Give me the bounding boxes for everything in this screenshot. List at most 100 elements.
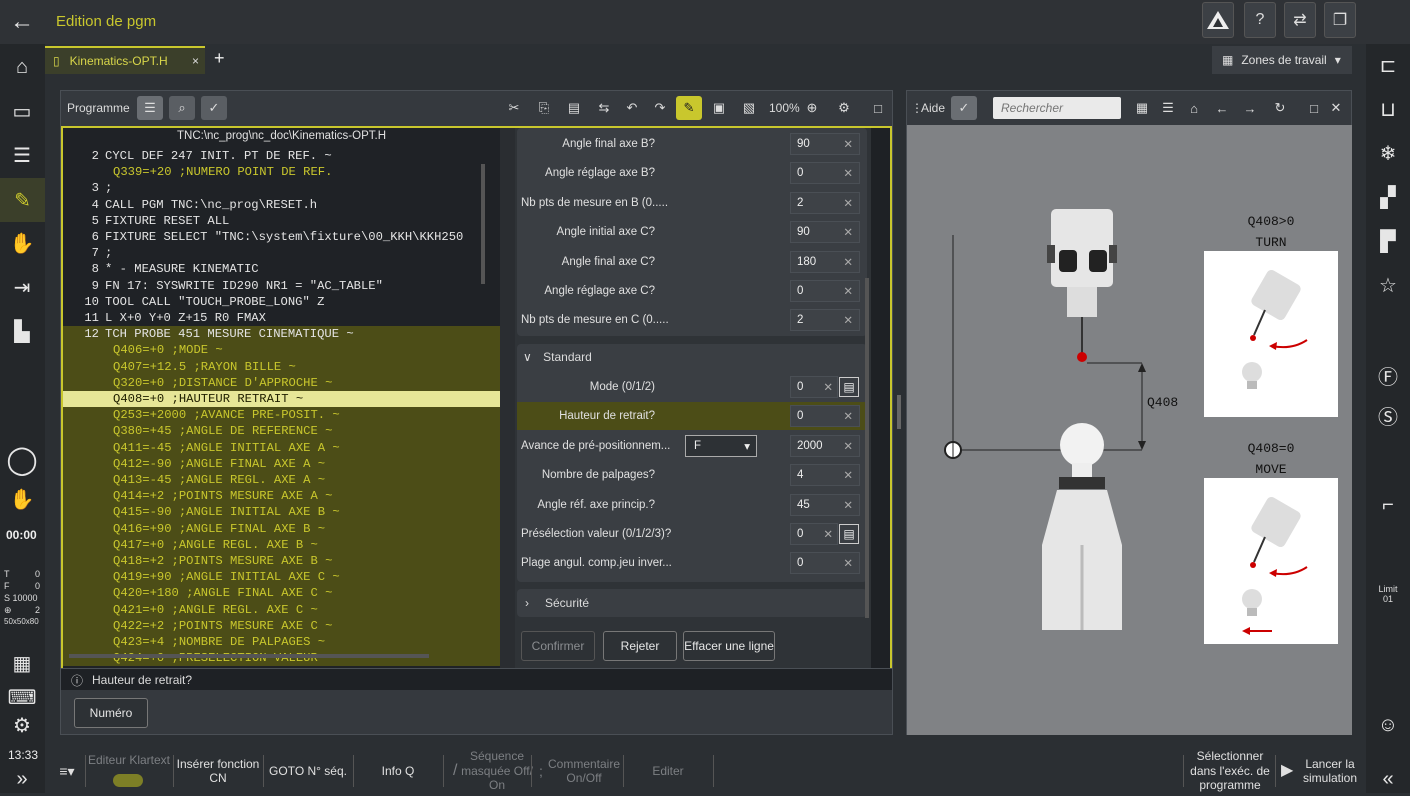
code-line[interactable]: Q421=+0 ;ANGLE REGL. AXE C ~ <box>63 601 500 618</box>
tab-kinematics[interactable]: ▯ Kinematics-OPT.H × <box>45 46 205 74</box>
compare-icon[interactable]: ⇆ <box>591 96 617 120</box>
h-scrollbar[interactable] <box>69 654 429 658</box>
save-as-icon[interactable]: ▧ <box>736 96 762 120</box>
cut-icon[interactable]: ✂ <box>501 96 527 120</box>
machine-icon[interactable]: ▙ <box>5 314 39 348</box>
spindle-override-icon[interactable]: Ⓢ <box>1371 398 1405 432</box>
value-input[interactable]: 180 ✕ <box>790 250 860 273</box>
code-line[interactable]: Q423=+4 ;NOMBRE DE PALPAGES ~ <box>63 634 500 651</box>
forward-icon[interactable]: → <box>1237 96 1263 120</box>
value-input[interactable]: 2000 ✕ <box>790 434 860 457</box>
code-line[interactable]: 9 FN 17: SYSWRITE ID290 NR1 = "AC_TABLE" <box>63 278 500 294</box>
table-select-icon[interactable]: ▤ <box>839 377 859 397</box>
value-input[interactable]: 4 ✕ <box>790 464 860 487</box>
value-input[interactable]: 2 ✕ <box>790 309 860 332</box>
select-in-execution-button[interactable]: Sélectionner dans l'exéc. de programme <box>1185 749 1275 793</box>
table-icon[interactable]: ☰ <box>5 138 39 172</box>
code-line[interactable]: 8 * - MEASURE KINEMATIC <box>63 261 500 277</box>
close-icon[interactable]: ✕ <box>1323 96 1349 120</box>
close-tab-icon[interactable]: × <box>192 54 199 68</box>
code-line[interactable]: Q424=+0 ;PRESELECTION VALEUR ~ <box>63 650 500 667</box>
home-icon[interactable]: ⌂ <box>5 50 39 84</box>
edit-program-icon[interactable]: ✎ <box>0 178 45 222</box>
code-line[interactable]: Q380=+45 ;ANGLE DE REFERENCE ~ <box>63 423 500 440</box>
scrollbar[interactable] <box>481 164 485 284</box>
transfer-icon[interactable]: ⇄ <box>1284 2 1316 38</box>
gear-icon[interactable]: ⚙ <box>5 708 39 742</box>
value-input[interactable]: 0 ✕ <box>790 523 838 545</box>
value-input[interactable]: 2 ✕ <box>790 191 860 214</box>
code-line[interactable]: Q407=+12.5 ;RAYON BILLE ~ <box>63 358 500 375</box>
code-line[interactable]: Q320=+0 ;DISTANCE D'APPROCHE ~ <box>63 374 500 391</box>
table-select-icon[interactable]: ▤ <box>839 524 859 544</box>
form-scrollbar[interactable] <box>865 278 869 618</box>
back-arrow-icon[interactable]: ← <box>10 8 34 36</box>
home-icon[interactable]: ⌂ <box>1181 96 1207 120</box>
code-line[interactable]: Q253=+2000 ;AVANCE PRE-POSIT. ~ <box>63 407 500 424</box>
code-line[interactable]: 11 L X+0 Y+0 Z+15 R0 FMAX <box>63 310 500 326</box>
warning-icon[interactable] <box>1202 2 1234 38</box>
help-icon[interactable]: ? <box>1244 2 1276 38</box>
splitter[interactable] <box>500 128 515 690</box>
code-line[interactable]: Q414=+2 ;POINTS MESURE AXE A ~ <box>63 488 500 505</box>
numero-button[interactable]: Numéro <box>74 698 148 728</box>
chip-icon[interactable]: ▞ <box>1371 180 1405 214</box>
spindle-icon[interactable]: ⊏ <box>1371 48 1405 82</box>
value-input[interactable]: 45 ✕ <box>790 493 860 516</box>
goto-button[interactable]: GOTO N° séq. <box>265 749 351 793</box>
edit-button[interactable]: Editer <box>625 749 711 793</box>
grid-view-icon[interactable]: ▦ <box>1129 96 1155 120</box>
code-editor[interactable]: TNC:\nc_prog\nc_doc\Kinematics-OPT.H 2 CY… <box>63 128 500 690</box>
code-line[interactable]: Q406=+0 ;MODE ~ <box>63 342 500 359</box>
coolant-icon[interactable]: ❄ <box>1371 136 1405 170</box>
start-simulation-button[interactable]: ▶ Lancer la simulation <box>1277 749 1363 793</box>
code-line[interactable]: 5 FIXTURE RESET ALL <box>63 213 500 229</box>
code-line[interactable]: Q419=+90 ;ANGLE INITIAL AXE C ~ <box>63 569 500 586</box>
star-icon[interactable]: ☆ <box>1371 268 1405 302</box>
undo-icon[interactable]: ↶ <box>619 96 645 120</box>
code-line[interactable]: 3; <box>63 180 500 196</box>
calculator-icon[interactable]: ▦ <box>5 646 39 680</box>
code-line[interactable]: 12 TCH PROBE 451 MESURE CINEMATIQUE ~ <box>63 326 500 343</box>
windows-icon[interactable]: ❐ <box>1324 2 1356 38</box>
code-line[interactable]: Q413=-45 ;ANGLE REGL. AXE A ~ <box>63 472 500 489</box>
code-line[interactable]: Q412=-90 ;ANGLE FINAL AXE A ~ <box>63 455 500 472</box>
clamp-icon[interactable]: ▛ <box>1371 224 1405 258</box>
maximize-icon[interactable]: □ <box>865 96 891 120</box>
redo-icon[interactable]: ↷ <box>647 96 673 120</box>
code-line[interactable]: Q416=+90 ;ANGLE FINAL AXE B ~ <box>63 520 500 537</box>
code-line[interactable]: Q411=-45 ;ANGLE INITIAL AXE A ~ <box>63 439 500 456</box>
standard-header[interactable]: ∨ Standard <box>523 350 592 364</box>
manual-hand-icon[interactable]: ✋ <box>5 226 39 260</box>
value-input[interactable]: 0 ✕ <box>790 162 860 185</box>
back-icon[interactable]: ← <box>1209 96 1235 120</box>
value-input[interactable]: 90 ✕ <box>790 221 860 244</box>
help-search-input[interactable] <box>993 97 1121 119</box>
code-line[interactable]: 7; <box>63 245 500 261</box>
code-line[interactable]: Q418=+2 ;POINTS MESURE AXE B ~ <box>63 553 500 570</box>
copy-icon[interactable]: ⎘ <box>531 96 557 120</box>
value-input[interactable]: 0 ✕ <box>790 552 860 575</box>
value-input[interactable]: 0 ✕ <box>790 405 860 428</box>
expand-icon[interactable]: » <box>5 762 39 796</box>
zoom-icon[interactable]: ⊕ <box>799 96 825 120</box>
value-input[interactable]: 0 ✕ <box>790 376 838 398</box>
confirm-button[interactable]: Confirmer <box>521 631 595 661</box>
code-line[interactable]: Q415=-90 ;ANGLE INITIAL AXE B ~ <box>63 504 500 521</box>
insert-nc-function-button[interactable]: Insérer fonction CN <box>175 749 261 793</box>
reload-icon[interactable]: ↻ <box>1267 96 1293 120</box>
code-line[interactable]: 10 TOOL CALL "TOUCH_PROBE_LONG" Z <box>63 294 500 310</box>
code-line[interactable]: Q417=+0 ;ANGLE REGL. AXE B ~ <box>63 536 500 553</box>
zones-dropdown[interactable]: ▦ Zones de travail ▾ <box>1212 46 1352 74</box>
run-icon[interactable]: ⇥ <box>5 270 39 304</box>
edit-mode-icon[interactable]: ✎ <box>676 96 702 120</box>
search-icon[interactable]: ⌕ <box>169 96 195 120</box>
reject-button[interactable]: Rejeter <box>603 631 677 661</box>
masked-sequence-button[interactable]: / Séquence masquée Off/ On <box>449 749 535 793</box>
code-line[interactable]: Q339=+20 ;NUMERO POINT DE REF. <box>63 164 500 180</box>
add-tab-button[interactable]: + <box>214 48 225 69</box>
feed-override-icon[interactable]: Ⓕ <box>1371 358 1405 392</box>
folder-icon[interactable]: ▭ <box>5 94 39 128</box>
collapse-icon[interactable]: « <box>1371 762 1405 796</box>
menu-icon[interactable]: ≡▾ <box>49 749 85 793</box>
